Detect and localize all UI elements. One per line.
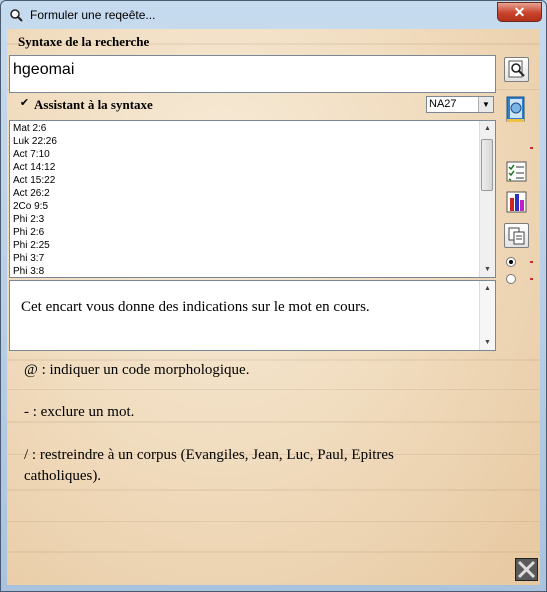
list-item[interactable]: Mat 2:6 (13, 122, 57, 135)
list-item[interactable]: Phi 2:25 (13, 239, 57, 252)
scroll-down-icon[interactable]: ▼ (480, 335, 495, 350)
book-search-button[interactable] (504, 95, 529, 122)
exit-button[interactable] (515, 558, 538, 581)
copy-icon (508, 227, 525, 245)
accent-mark (530, 261, 533, 263)
help-line-exclude: - : exclure un mot. (24, 404, 135, 420)
dialog-window: Formuler une reqeête... ✕ Syntaxe de la … (0, 0, 547, 592)
copy-button[interactable] (504, 223, 529, 248)
search-button[interactable] (504, 57, 529, 82)
info-text: Cet encart vous donne des indications su… (21, 299, 370, 315)
info-scrollbar[interactable]: ▲ ▼ (479, 281, 495, 350)
title-bar[interactable]: Formuler une reqeête... ✕ (1, 1, 546, 29)
results-list[interactable]: Mat 2:6 Luk 22:26 Act 7:10 Act 14:12 Act 15:… (9, 120, 496, 278)
search-icon (508, 60, 525, 78)
text-version-select[interactable]: NA27 ▼ (426, 96, 494, 113)
accent-mark (530, 147, 533, 149)
book-search-icon (506, 96, 525, 122)
assistant-label: Assistant à la syntaxe (34, 97, 153, 112)
text-version-value: NA27 (429, 98, 457, 110)
scroll-up-icon[interactable]: ▲ (480, 121, 495, 136)
list-item[interactable]: Act 7:10 (13, 148, 57, 161)
syntax-label: Syntaxe de la recherche (18, 34, 150, 49)
list-item[interactable]: Luk 22:26 (13, 135, 57, 148)
assistant-checkbox[interactable]: ✔ (19, 98, 30, 109)
query-input[interactable]: hgeomai (9, 55, 496, 93)
info-panel: Cet encart vous donne des indications su… (9, 280, 496, 351)
scroll-down-icon[interactable]: ▼ (480, 262, 495, 277)
list-item[interactable]: Phi 2:6 (13, 226, 57, 239)
checklist-icon (506, 161, 527, 182)
accent-mark (530, 278, 533, 280)
option-radio-2[interactable] (506, 274, 516, 284)
scroll-thumb[interactable] (481, 139, 493, 191)
list-item[interactable]: Act 15:22 (13, 174, 57, 187)
list-item[interactable]: Phi 2:3 (13, 213, 57, 226)
results-scrollbar[interactable]: ▲ ▼ (479, 121, 495, 277)
search-icon (10, 9, 23, 22)
results-items: Mat 2:6 Luk 22:26 Act 7:10 Act 14:12 Act 15:… (13, 122, 57, 278)
dialog-body: Syntaxe de la recherche hgeomai ✔ Assist… (7, 29, 540, 585)
list-item[interactable]: Phi 3:7 (13, 252, 57, 265)
list-item[interactable]: Act 14:12 (13, 161, 57, 174)
chevron-down-icon[interactable]: ▼ (478, 97, 493, 112)
close-button[interactable]: ✕ (497, 2, 542, 22)
bar-chart-icon (506, 191, 527, 213)
checklist-button[interactable] (504, 159, 529, 184)
list-item[interactable]: Act 26:2 (13, 187, 57, 200)
statistics-button[interactable] (504, 189, 529, 214)
list-item[interactable]: 2Co 9:5 (13, 200, 57, 213)
help-line-morpho: @ : indiquer un code morphologique. (24, 362, 250, 378)
close-icon (517, 560, 536, 579)
option-radio-1[interactable] (506, 257, 516, 267)
assistant-row: ✔ Assistant à la syntaxe NA27 ▼ (9, 95, 496, 115)
scroll-up-icon[interactable]: ▲ (480, 281, 495, 296)
window-title: Formuler une reqeête... (30, 8, 156, 22)
close-icon: ✕ (513, 4, 526, 20)
list-item[interactable]: Phi 3:8 (13, 265, 57, 278)
help-line-corpus: / : restreindre à un corpus (Evangiles, … (24, 447, 394, 484)
